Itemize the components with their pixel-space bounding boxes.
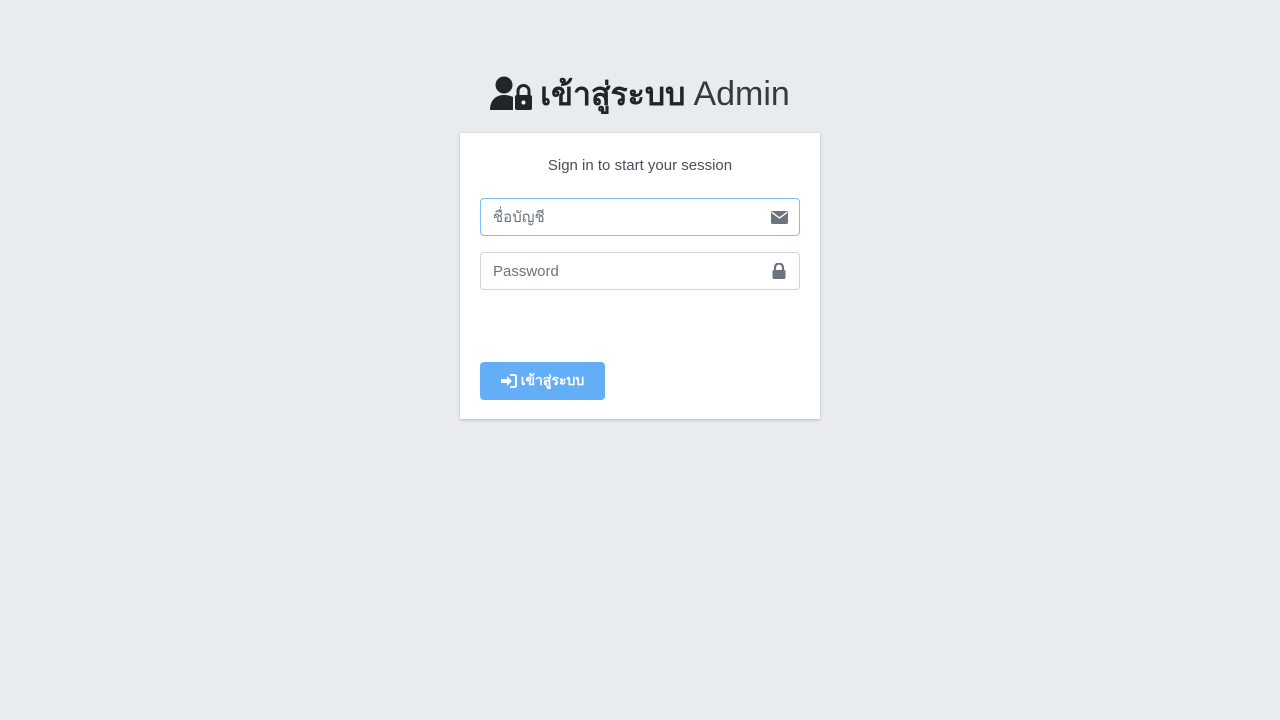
page-title-suffix: Admin	[693, 74, 790, 113]
password-input[interactable]	[481, 253, 759, 289]
password-field-group	[480, 252, 800, 290]
login-box: เข้าสู่ระบบ Admin Sign in to start your …	[460, 60, 820, 419]
sign-in-icon	[500, 374, 517, 388]
username-input[interactable]	[481, 199, 759, 235]
login-message: Sign in to start your session	[547, 157, 733, 174]
envelope-icon	[759, 199, 799, 235]
username-field-group	[480, 198, 800, 236]
login-button[interactable]: เข้าสู่ระบบ	[480, 362, 605, 400]
lock-icon	[759, 253, 799, 289]
login-button-label: เข้าสู่ระบบ	[520, 373, 585, 389]
login-card: Sign in to start your session ชื่อบัญชี …	[460, 133, 820, 419]
page-title: เข้าสู่ระบบ	[540, 74, 686, 113]
user-lock-icon	[490, 76, 534, 112]
login-logo: เข้าสู่ระบบ Admin	[460, 60, 820, 128]
